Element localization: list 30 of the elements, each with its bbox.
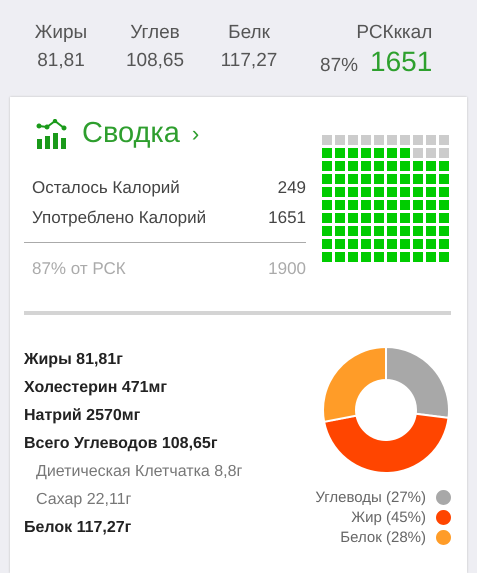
legend-dot xyxy=(436,530,451,545)
legend-label: Углеводы (27%) xyxy=(315,489,426,506)
percent-value: 87% xyxy=(320,55,358,77)
nutrient-text: Жиры 81,81г xyxy=(24,351,124,369)
column-value: 117,27 xyxy=(220,50,278,72)
summary-link[interactable]: Сводка › xyxy=(82,117,200,150)
legend-label: Жир (45%) xyxy=(351,509,426,526)
legend-label: Белок (28%) xyxy=(340,529,426,546)
column-label: Углев xyxy=(130,22,180,44)
column-value: 81,81 xyxy=(37,50,85,72)
legend-dot xyxy=(436,510,451,525)
column-label: РСКккал xyxy=(356,22,432,44)
row-value: 249 xyxy=(278,178,306,198)
nutrient-text: Всего Углеводов 108,65г xyxy=(24,435,218,453)
row-value: 1651 xyxy=(268,208,306,228)
column-label: Белк xyxy=(228,22,270,44)
calories-value: 1651 xyxy=(370,46,432,78)
footer-value: 1900 xyxy=(268,259,306,279)
footer-label: 87% от РСК xyxy=(32,259,126,279)
legend-dot xyxy=(436,490,451,505)
column-label: Жиры xyxy=(34,22,88,44)
nutrient-text: Диетическая Клетчатка 8,8г xyxy=(36,463,242,481)
chart-icon xyxy=(36,118,68,148)
column-value: 108,65 xyxy=(126,50,184,72)
nutrient-text: Белок 117,27г xyxy=(24,519,132,537)
nutrient-text: Натрий 2570мг xyxy=(24,407,142,425)
nutrient-text: Холестерин 471мг xyxy=(24,379,168,397)
row-label: Осталось Калорий xyxy=(32,178,180,198)
row-label: Употреблено Калорий xyxy=(32,208,206,228)
nutrient-text: Сахар 22,11г xyxy=(36,491,132,509)
